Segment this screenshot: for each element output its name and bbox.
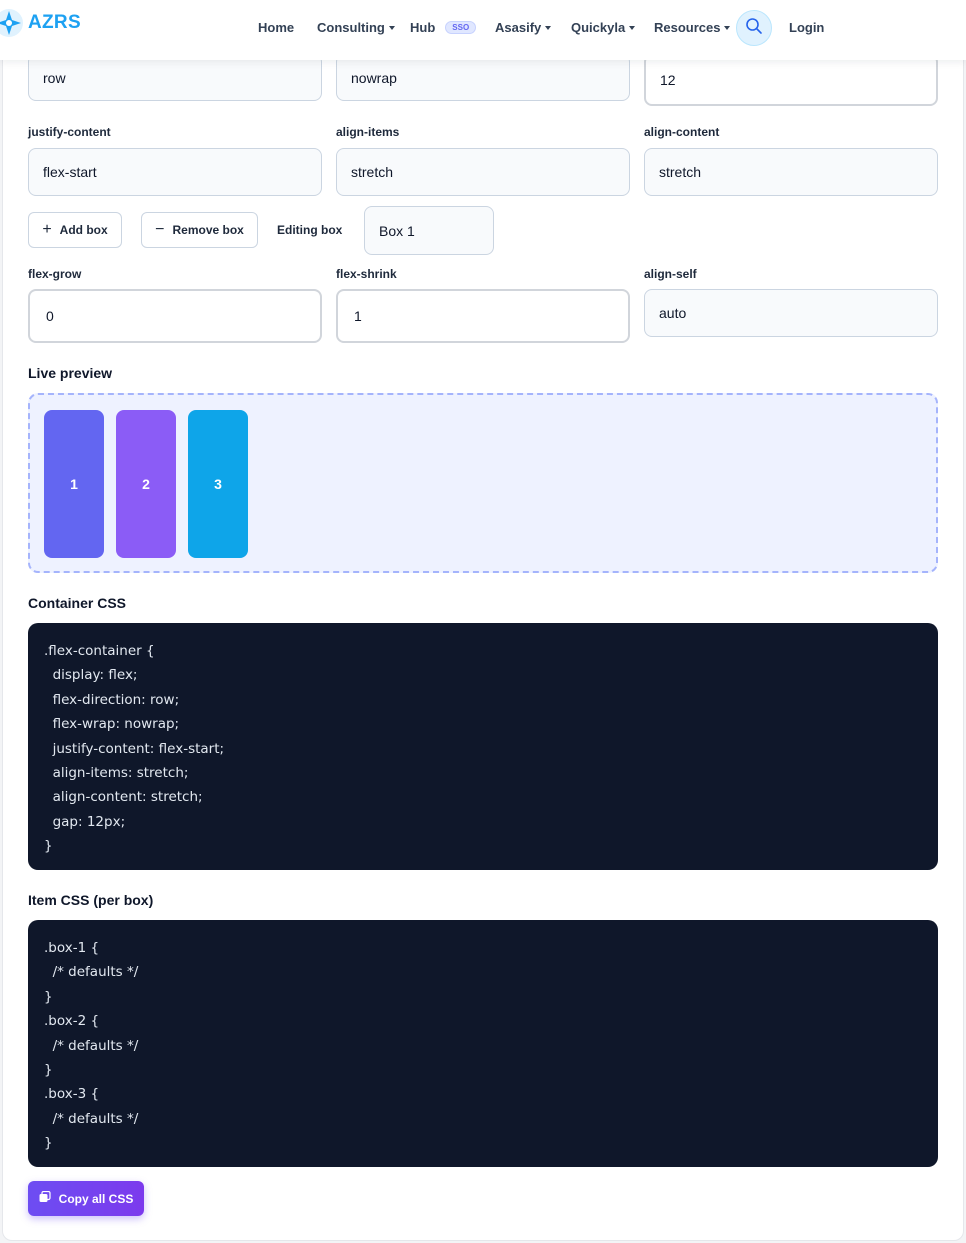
flex-shrink-value: 1 [354,308,362,324]
preview-box-1-label: 1 [70,476,78,492]
code-line: } [44,1135,53,1152]
align-items-select[interactable]: stretch [336,148,630,196]
code-line: } [44,838,53,855]
gap-input[interactable]: 12 [644,54,938,106]
align-self-label: align-self [644,267,697,281]
align-content-value: stretch [659,164,702,180]
search-icon [745,17,763,40]
logo-text: AZRS [28,12,81,33]
nav-hub[interactable]: Hub SSO [410,20,477,35]
caret-down-icon [545,25,552,30]
caret-down-icon [629,25,636,30]
live-preview-title: Live preview [28,365,113,381]
code-line: flex-direction: row; [44,691,180,708]
align-self-value: auto [659,305,687,321]
top-nav: AZRS Home Consulting Hub SSO Asasify Qui… [0,0,966,60]
flex-direction-value: row [43,69,66,86]
code-line: .flex-container { [44,643,155,659]
justify-content-value: flex-start [43,164,97,180]
nav-consulting[interactable]: Consulting [317,20,395,35]
copy-icon [39,1190,51,1206]
preview-box-3[interactable]: 3 [188,410,248,558]
flex-grow-value: 0 [46,308,54,324]
minus-icon: − [155,221,165,238]
flex-wrap-value: nowrap [351,69,397,86]
nav-consulting-label: Consulting [317,20,385,35]
login-label: Login [789,20,825,35]
editing-box-value: Box 1 [379,222,415,239]
align-items-value: stretch [351,164,394,180]
align-content-select[interactable]: stretch [644,148,938,196]
copy-all-css-label: Copy all CSS [58,1191,134,1206]
nav-resources[interactable]: Resources [654,20,731,35]
editing-box-label: Editing box [277,223,343,237]
nav-home[interactable]: Home [258,20,294,35]
nav-quickyla-label: Quickyla [571,20,626,35]
code-line: /* defaults */ [44,964,139,981]
align-content-label: align-content [644,125,720,139]
code-line: align-content: stretch; [44,789,203,806]
code-line: .box-3 { [44,1086,100,1103]
code-line: align-items: stretch; [44,764,189,781]
preview-box-1[interactable]: 1 [44,410,104,558]
remove-box-label: Remove box [172,223,244,237]
login-link[interactable]: Login [789,20,824,35]
code-line: } [44,988,53,1005]
add-box-button[interactable]: + Add box [28,212,122,248]
code-line: flex-wrap: nowrap; [44,716,180,733]
sso-badge: SSO [445,21,477,34]
remove-box-button[interactable]: − Remove box [141,212,258,248]
nav-hub-label: Hub [410,20,436,35]
code-line: } [44,1061,53,1078]
item-css-title: Item CSS (per box) [28,892,154,908]
nav-home-label: Home [258,20,295,35]
preview-box-2[interactable]: 2 [116,410,176,558]
logo[interactable]: AZRS [0,8,81,38]
align-self-select[interactable]: auto [644,289,938,337]
caret-down-icon [724,25,731,30]
code-line: .box-1 { [44,940,100,956]
nav-resources-label: Resources [654,20,721,35]
caret-down-icon [388,25,395,30]
nav-asasify[interactable]: Asasify [495,20,552,35]
code-line: justify-content: flex-start; [44,740,225,757]
code-line: /* defaults */ [44,1110,139,1127]
code-line: .box-2 { [44,1013,100,1030]
editing-box-select[interactable]: Box 1 [364,206,494,255]
flex-grow-label: flex-grow [28,267,82,281]
code-line: /* defaults */ [44,1037,139,1054]
logo-star-icon [0,8,24,38]
nav-quickyla[interactable]: Quickyla [571,20,636,35]
live-preview-area: 1 2 3 [28,393,938,573]
justify-content-label: justify-content [28,125,111,139]
preview-box-2-label: 2 [142,476,150,492]
code-line: gap: 12px; [44,813,126,830]
search-button[interactable] [736,10,772,46]
justify-content-select[interactable]: flex-start [28,148,322,196]
container-css-code: .flex-container { display: flex; flex-di… [28,623,938,870]
add-box-label: Add box [59,223,108,237]
container-css-title: Container CSS [28,595,127,611]
copy-all-css-button[interactable]: Copy all CSS [28,1181,144,1216]
flex-direction-select[interactable]: row [28,54,322,101]
nav-asasify-label: Asasify [495,20,542,35]
flex-shrink-label: flex-shrink [336,267,397,281]
plus-icon: + [42,221,52,238]
code-line: display: flex; [44,667,138,684]
align-items-label: align-items [336,125,400,139]
flex-wrap-select[interactable]: nowrap [336,54,630,101]
preview-box-3-label: 3 [214,476,222,492]
item-css-code: .box-1 { /* defaults */ } .box-2 { /* de… [28,920,938,1167]
gap-value: 12 [660,72,676,88]
flex-shrink-input[interactable]: 1 [336,289,630,343]
flex-grow-input[interactable]: 0 [28,289,322,343]
